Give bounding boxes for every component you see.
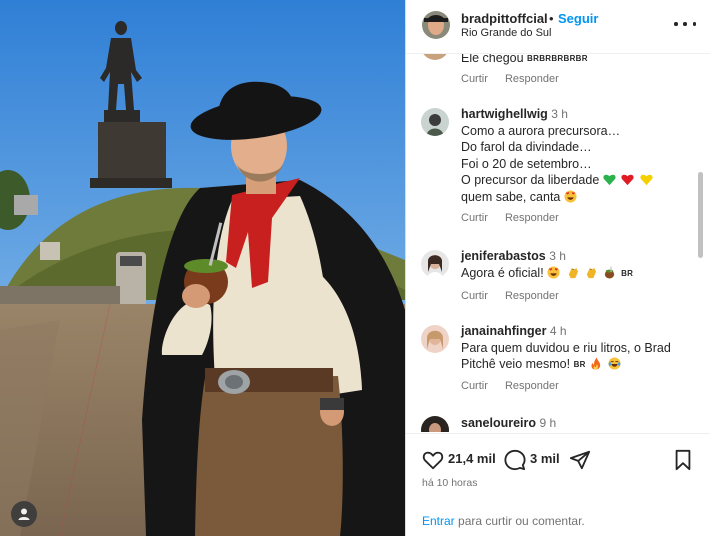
reply-comment-link[interactable]: Responder (505, 73, 559, 85)
comment-line: Do farol da divindade… (461, 140, 592, 154)
comment-item: jeniferabastos 3 h Agora é oficial! BR C… (406, 248, 696, 308)
mate-emoji-icon (604, 265, 614, 279)
post-photo[interactable] (0, 0, 405, 536)
heart-eyes-emoji-icon (564, 189, 577, 203)
instagram-post-view: bradpittoffcial • Seguir Rio Grande do S… (0, 0, 710, 536)
comment-username[interactable]: jeniferabastos (461, 249, 546, 263)
comment-avatar[interactable] (421, 325, 449, 353)
red-heart-icon (621, 174, 634, 186)
follow-button[interactable]: Seguir (558, 11, 598, 26)
likes-count[interactable]: 21,4 mil (448, 451, 496, 466)
comment-text: jeniferabastos 3 h Agora é oficial! BR (461, 248, 686, 282)
photo-illustration (0, 0, 405, 536)
comment-avatar[interactable] (421, 416, 449, 432)
heart-eyes-emoji-icon (547, 265, 560, 279)
flag-text: BR (621, 268, 634, 278)
comment-avatar[interactable] (421, 250, 449, 278)
heart-icon[interactable] (422, 449, 444, 471)
comment-actions: Curtir Responder (461, 212, 573, 224)
like-comment-link[interactable]: Curtir (461, 290, 488, 302)
green-heart-icon (603, 174, 616, 186)
comment-text: saneloureiro 9 h (461, 415, 686, 432)
comment-text: Ele chegou BRBRBRBRBR (461, 54, 686, 68)
comment-item: Ele chegou BRBRBRBRBR Curtir Responder (406, 54, 696, 88)
comment-body: Ele chegou (461, 54, 524, 65)
author-avatar[interactable] (422, 11, 450, 39)
comment-actions: Curtir Responder (461, 73, 573, 85)
reply-comment-link[interactable]: Responder (505, 290, 559, 302)
flag-text: BR (573, 360, 586, 369)
clap-emoji-icon (586, 267, 597, 278)
comment-line: Foi o 20 de setembro… (461, 156, 592, 171)
post-footer: 21,4 mil 3 mil há 10 horas Entrar para c… (406, 433, 710, 537)
post-timestamp[interactable]: há 10 horas (422, 477, 477, 489)
comment-username[interactable]: janainahfinger (461, 324, 546, 338)
reply-comment-link[interactable]: Responder (505, 212, 559, 224)
comment-avatar[interactable] (421, 108, 449, 136)
comment-actions: Curtir Responder (461, 380, 573, 392)
comment-time: 9 h (539, 416, 557, 430)
more-options-button[interactable] (674, 14, 696, 34)
comment-text: hartwighellwig 3 h Como a aurora precurs… (461, 106, 686, 205)
joy-emoji-icon (608, 357, 621, 370)
location-link[interactable]: Rio Grande do Sul (461, 27, 552, 39)
author-username[interactable]: bradpittoffcial (461, 11, 548, 26)
comment-item: hartwighellwig 3 h Como a aurora precurs… (406, 106, 696, 226)
post-header: bradpittoffcial • Seguir Rio Grande do S… (406, 0, 710, 54)
more-options-icon (674, 22, 678, 26)
fire-emoji-icon (591, 357, 601, 370)
comment-time: 4 h (549, 324, 567, 338)
login-prompt-text: para curtir ou comentar. (458, 514, 585, 528)
comments-scrollbar[interactable] (695, 54, 705, 432)
scrollbar-thumb[interactable] (698, 172, 703, 258)
comment-line: O precursor da liberdade (461, 173, 600, 187)
login-prompt: Entrar para curtir ou comentar. (422, 514, 585, 528)
comment-line: Para quem duvidou e riu litros, o Brad (461, 340, 671, 355)
like-comment-link[interactable]: Curtir (461, 212, 488, 224)
comment-item: saneloureiro 9 h (406, 415, 696, 432)
post-sidebar: bradpittoffcial • Seguir Rio Grande do S… (405, 0, 710, 536)
clap-emoji-icon (568, 267, 578, 278)
comments-count[interactable]: 3 mil (530, 451, 560, 466)
comment-line: Como a aurora precursora… (461, 123, 621, 138)
author-avatar-image (422, 11, 450, 39)
separator-dot: • (549, 11, 554, 26)
share-icon[interactable] (569, 449, 591, 471)
reply-comment-link[interactable]: Responder (505, 380, 559, 392)
comment-item: janainahfinger 4 h Para quem duvidou e r… (406, 323, 696, 393)
yellow-heart-icon (640, 174, 653, 186)
login-link[interactable]: Entrar (422, 514, 455, 528)
bookmark-icon[interactable] (673, 449, 693, 471)
comment-actions: Curtir Responder (461, 290, 573, 302)
comment-icon[interactable] (504, 449, 526, 471)
comment-time: 3 h (549, 249, 566, 263)
comment-time: 3 h (551, 107, 568, 121)
flag-text: BRBRBRBRBR (527, 54, 588, 63)
comments-list[interactable]: Ele chegou BRBRBRBRBR Curtir Responder h… (406, 54, 696, 432)
like-comment-link[interactable]: Curtir (461, 73, 488, 85)
more-options-dot (692, 22, 696, 26)
user-tag-icon (18, 508, 30, 520)
user-tag-button[interactable] (11, 501, 37, 527)
comment-username[interactable]: hartwighellwig (461, 107, 548, 121)
comment-line: Pitchê veio mesmo! (461, 357, 571, 371)
comment-avatar[interactable] (421, 54, 449, 60)
comment-line: quem sabe, canta (461, 189, 561, 204)
comment-text: janainahfinger 4 h Para quem duvidou e r… (461, 323, 686, 374)
more-options-dot (683, 22, 687, 26)
like-comment-link[interactable]: Curtir (461, 380, 488, 392)
comment-username[interactable]: saneloureiro (461, 416, 536, 430)
comment-body: Agora é oficial! (461, 265, 544, 280)
